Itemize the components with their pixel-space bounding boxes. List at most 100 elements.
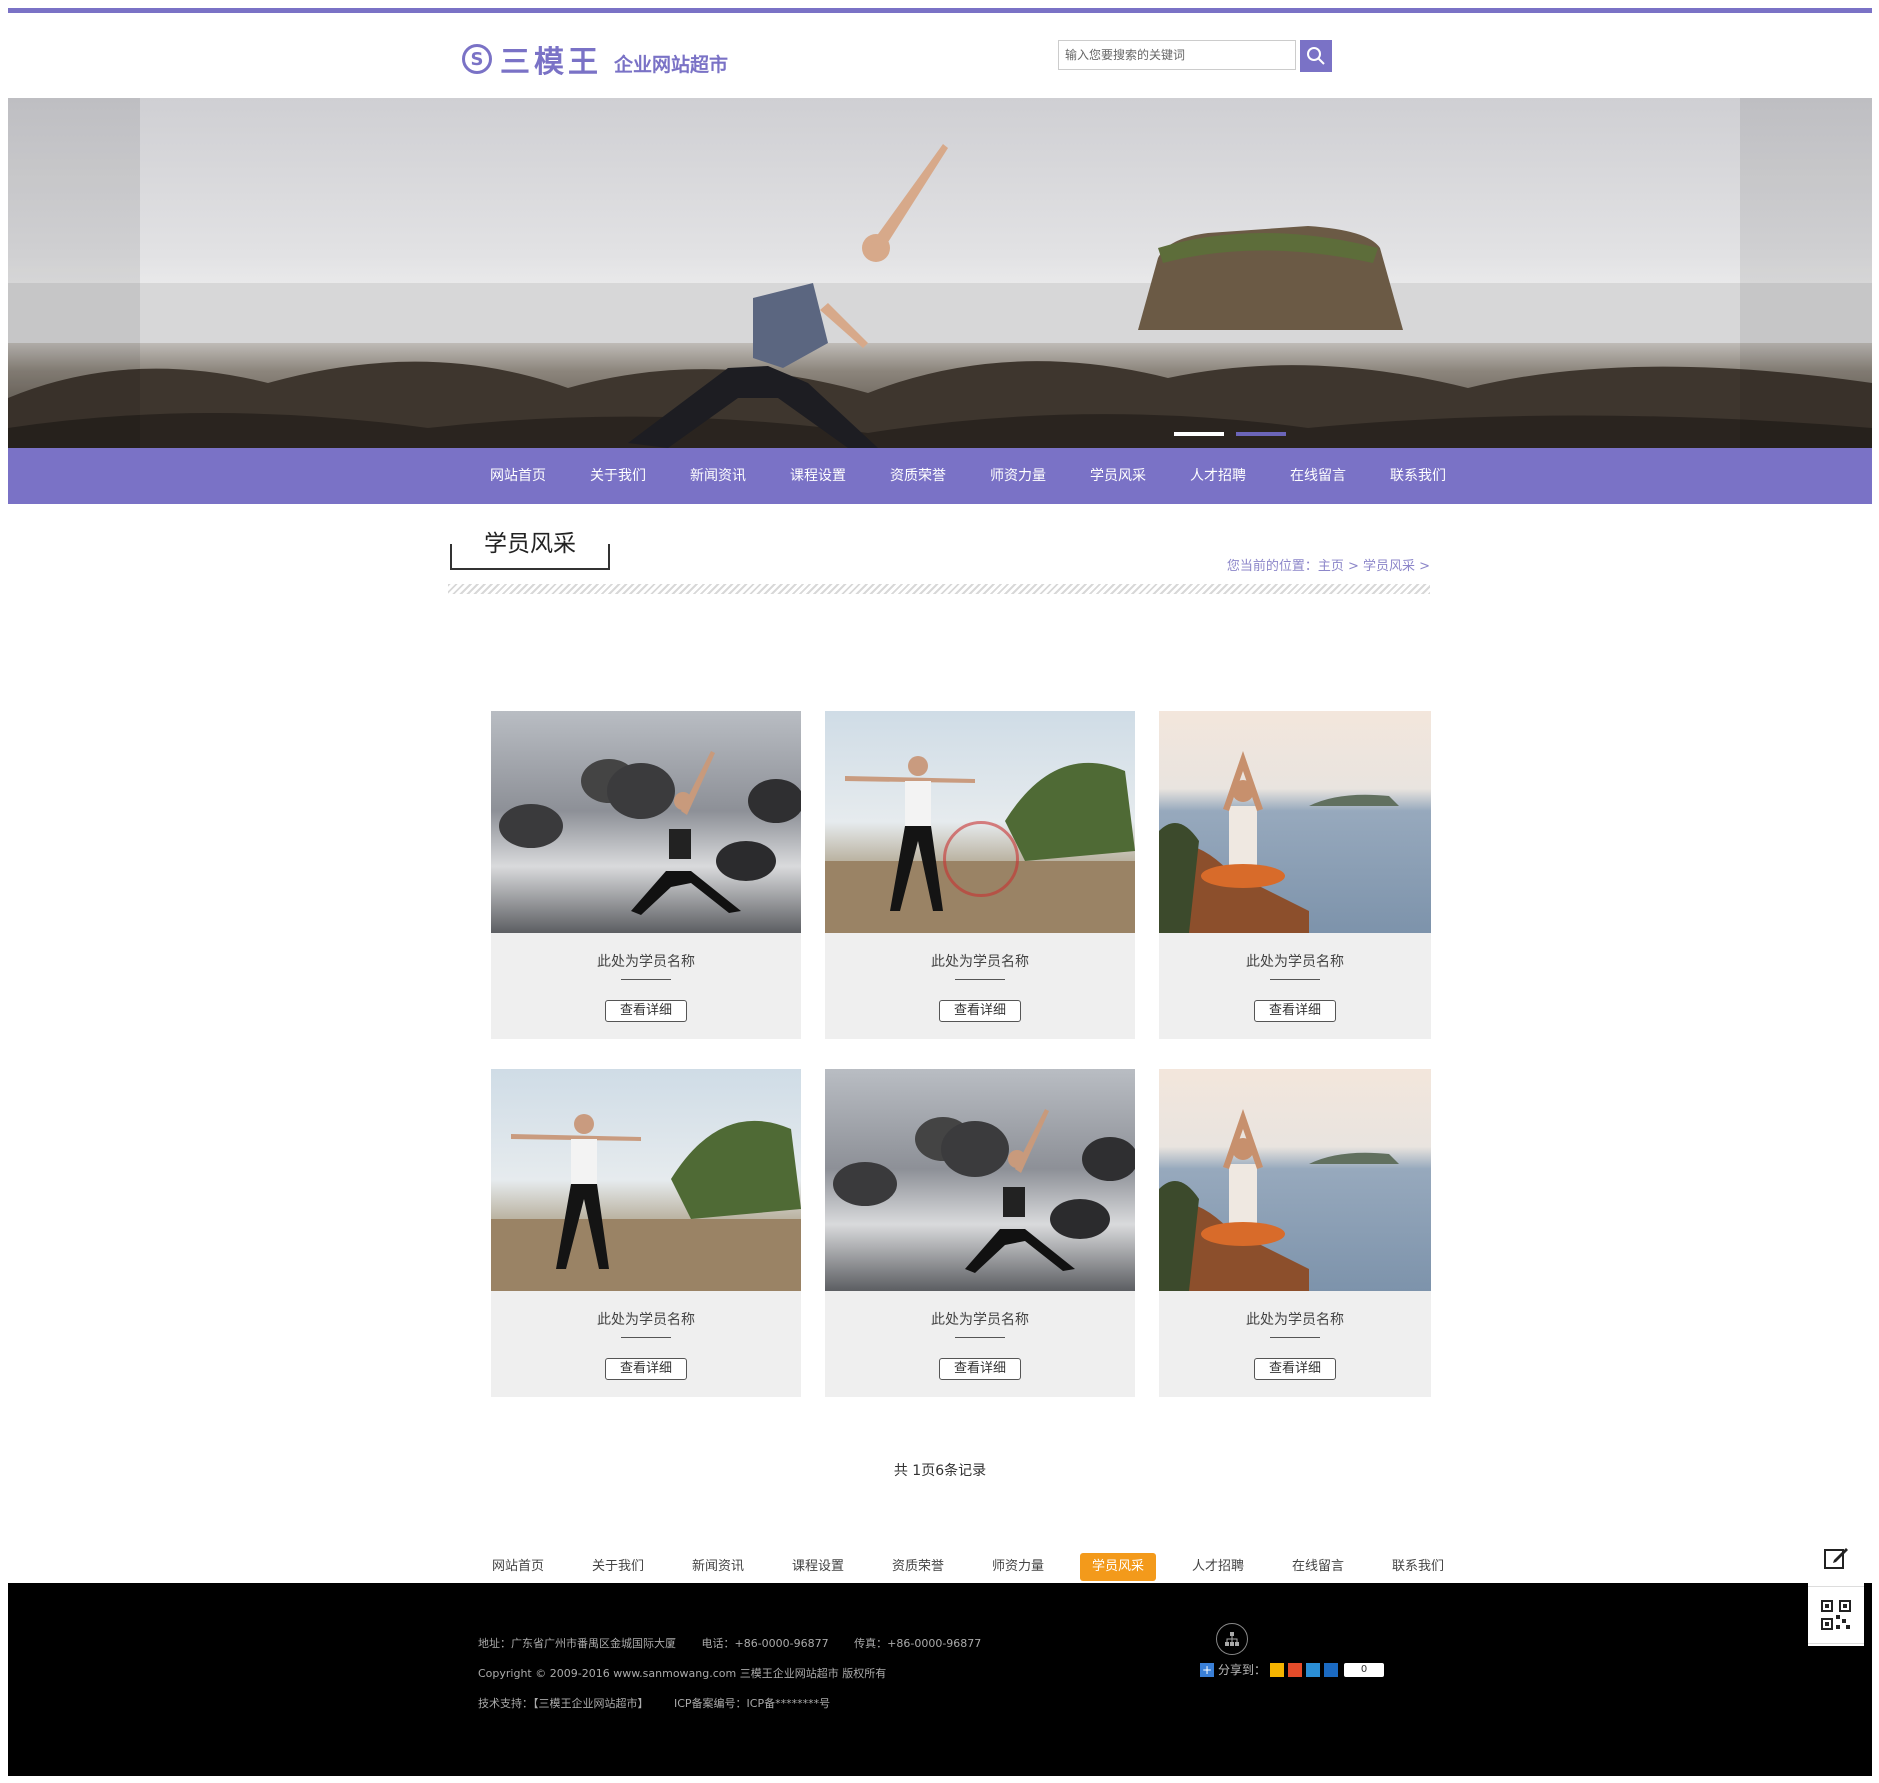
student-card[interactable]: 此处为学员名称 查看详细 bbox=[825, 1069, 1135, 1397]
name-divider bbox=[955, 979, 1005, 980]
student-card[interactable]: 此处为学员名称 查看详细 bbox=[491, 711, 801, 1039]
footer-contact-line: 地址：广东省广州市番禺区金城国际大厦 电话：+86-0000-96877 传真：… bbox=[478, 1635, 1003, 1651]
footer-nav-honors[interactable]: 资质荣誉 bbox=[868, 1552, 968, 1582]
footer-fax: 传真：+86-0000-96877 bbox=[854, 1637, 982, 1650]
footer-nav-label: 联系我们 bbox=[1391, 1559, 1444, 1574]
nav-item-courses[interactable]: 课程设置 bbox=[768, 448, 868, 504]
view-details-button[interactable]: 查看详细 bbox=[939, 1358, 1021, 1380]
student-name: 此处为学员名称 bbox=[1246, 1312, 1344, 1328]
footer-nav-contact[interactable]: 联系我们 bbox=[1368, 1552, 1468, 1582]
section-title-box: 学员风采 bbox=[450, 530, 610, 570]
student-photo[interactable] bbox=[825, 1069, 1135, 1291]
nav-item-home[interactable]: 网站首页 bbox=[468, 448, 568, 504]
main-nav: 网站首页 关于我们 新闻资讯 课程设置 资质荣誉 师资力量 学员风采 人才招聘 … bbox=[8, 448, 1872, 504]
share-bar: + 分享到： 0 bbox=[1200, 1661, 1385, 1678]
name-divider bbox=[621, 979, 671, 980]
name-divider bbox=[1270, 979, 1320, 980]
name-divider bbox=[1270, 1337, 1320, 1338]
feedback-button[interactable] bbox=[1808, 1530, 1864, 1587]
floating-toolbar bbox=[1808, 1530, 1864, 1646]
banner-image bbox=[8, 98, 1872, 448]
nav-item-news[interactable]: 新闻资讯 bbox=[668, 448, 768, 504]
footer-icp[interactable]: ICP备案编号：ICP备********号 bbox=[674, 1697, 830, 1710]
share-label: 分享到： bbox=[1218, 1663, 1267, 1677]
footer-nav-label: 课程设置 bbox=[791, 1559, 844, 1574]
pagination-info: 共 1页6条记录 bbox=[893, 1463, 987, 1479]
qrcode-button[interactable] bbox=[1808, 1587, 1864, 1644]
student-name: 此处为学员名称 bbox=[1246, 954, 1344, 970]
footer-phone: 电话：+86-0000-96877 bbox=[701, 1637, 829, 1650]
student-photo[interactable] bbox=[1159, 1069, 1431, 1291]
footer-nav-jobs[interactable]: 人才招聘 bbox=[1168, 1552, 1268, 1582]
student-name: 此处为学员名称 bbox=[931, 1312, 1029, 1328]
footer-nav-message[interactable]: 在线留言 bbox=[1268, 1552, 1368, 1582]
search-button[interactable] bbox=[1300, 40, 1332, 72]
edit-icon bbox=[1824, 1548, 1848, 1569]
top-accent-line bbox=[8, 8, 1872, 13]
logo-mark-icon: S bbox=[462, 44, 492, 74]
footer-nav-students-active[interactable]: 学员风采 bbox=[1068, 1552, 1168, 1582]
renren-share-icon[interactable] bbox=[1324, 1662, 1339, 1677]
banner-dot[interactable] bbox=[1236, 432, 1286, 436]
footer-support-line: 技术支持：【三模王企业网站超市】 ICP备案编号：ICP备********号 bbox=[478, 1695, 852, 1711]
nav-item-about[interactable]: 关于我们 bbox=[568, 448, 668, 504]
search-input[interactable] bbox=[1058, 40, 1296, 70]
nav-item-teachers[interactable]: 师资力量 bbox=[968, 448, 1068, 504]
logo-brand: 三模王 bbox=[500, 45, 602, 80]
view-details-button[interactable]: 查看详细 bbox=[605, 1358, 687, 1380]
watermark-logo bbox=[943, 821, 1019, 897]
nav-item-honors[interactable]: 资质荣誉 bbox=[868, 448, 968, 504]
footer-nav-label: 在线留言 bbox=[1291, 1559, 1344, 1574]
page-title: 学员风采 bbox=[476, 530, 584, 558]
footer-nav-news[interactable]: 新闻资讯 bbox=[668, 1552, 768, 1582]
footer-nav-home[interactable]: 网站首页 bbox=[468, 1552, 568, 1582]
site-logo[interactable]: S 三模王 企业网站超市 bbox=[462, 38, 728, 80]
nav-item-contact[interactable]: 联系我们 bbox=[1368, 448, 1468, 504]
section-divider bbox=[448, 584, 1430, 594]
nav-item-jobs[interactable]: 人才招聘 bbox=[1168, 448, 1268, 504]
student-photo[interactable] bbox=[825, 711, 1135, 933]
footer-nav-courses[interactable]: 课程设置 bbox=[768, 1552, 868, 1582]
footer-nav: 网站首页 关于我们 新闻资讯 课程设置 资质荣誉 师资力量 学员风采 人才招聘 … bbox=[8, 1548, 1872, 1588]
qrcode-icon bbox=[1821, 1600, 1851, 1630]
student-photo[interactable] bbox=[1159, 711, 1431, 933]
footer-nav-label: 新闻资讯 bbox=[691, 1559, 744, 1574]
student-photo[interactable] bbox=[491, 1069, 801, 1291]
name-divider bbox=[621, 1337, 671, 1338]
sitemap-icon[interactable] bbox=[1216, 1623, 1248, 1655]
footer-nav-label: 学员风采 bbox=[1079, 1553, 1156, 1581]
student-card[interactable]: 此处为学员名称 查看详细 bbox=[825, 711, 1135, 1039]
student-photo[interactable] bbox=[491, 711, 801, 933]
student-card[interactable]: 此处为学员名称 查看详细 bbox=[1159, 1069, 1431, 1397]
view-details-button[interactable]: 查看详细 bbox=[605, 1000, 687, 1022]
student-card[interactable]: 此处为学员名称 查看详细 bbox=[491, 1069, 801, 1397]
footer-nav-label: 网站首页 bbox=[491, 1559, 544, 1574]
name-divider bbox=[955, 1337, 1005, 1338]
share-plus-icon[interactable]: + bbox=[1200, 1662, 1214, 1677]
footer-copyright: Copyright © 2009-2016 www.sanmowang.com … bbox=[478, 1667, 887, 1680]
banner-dot-active[interactable] bbox=[1174, 432, 1224, 436]
view-details-button[interactable]: 查看详细 bbox=[1254, 1000, 1336, 1022]
student-name: 此处为学员名称 bbox=[597, 1312, 695, 1328]
tencent-share-icon[interactable] bbox=[1306, 1662, 1321, 1677]
nav-item-students[interactable]: 学员风采 bbox=[1068, 448, 1168, 504]
qzone-share-icon[interactable] bbox=[1270, 1662, 1285, 1677]
site-footer: 地址：广东省广州市番禺区金城国际大厦 电话：+86-0000-96877 传真：… bbox=[8, 1583, 1872, 1776]
footer-support[interactable]: 技术支持：【三模王企业网站超市】 bbox=[478, 1697, 649, 1710]
student-card[interactable]: 此处为学员名称 查看详细 bbox=[1159, 711, 1431, 1039]
footer-address: 地址：广东省广州市番禺区金城国际大厦 bbox=[478, 1637, 676, 1650]
footer-nav-label: 人才招聘 bbox=[1191, 1559, 1244, 1574]
footer-nav-label: 师资力量 bbox=[991, 1559, 1044, 1574]
student-name: 此处为学员名称 bbox=[597, 954, 695, 970]
page: S 三模王 企业网站超市 输入您要搜索的关键词 网站首页 关于我们 新闻资讯 课… bbox=[8, 8, 1872, 1776]
student-name: 此处为学员名称 bbox=[931, 954, 1029, 970]
footer-nav-teachers[interactable]: 师资力量 bbox=[968, 1552, 1068, 1582]
section-header: 学员风采 您当前的位置：主页 > 学员风采 > bbox=[448, 530, 1430, 600]
breadcrumb[interactable]: 您当前的位置：主页 > 学员风采 > bbox=[1227, 555, 1430, 574]
footer-nav-about[interactable]: 关于我们 bbox=[568, 1552, 668, 1582]
view-details-button[interactable]: 查看详细 bbox=[1254, 1358, 1336, 1380]
view-details-button[interactable]: 查看详细 bbox=[939, 1000, 1021, 1022]
footer-nav-label: 资质荣誉 bbox=[891, 1559, 944, 1574]
weibo-share-icon[interactable] bbox=[1288, 1662, 1303, 1677]
nav-item-message[interactable]: 在线留言 bbox=[1268, 448, 1368, 504]
